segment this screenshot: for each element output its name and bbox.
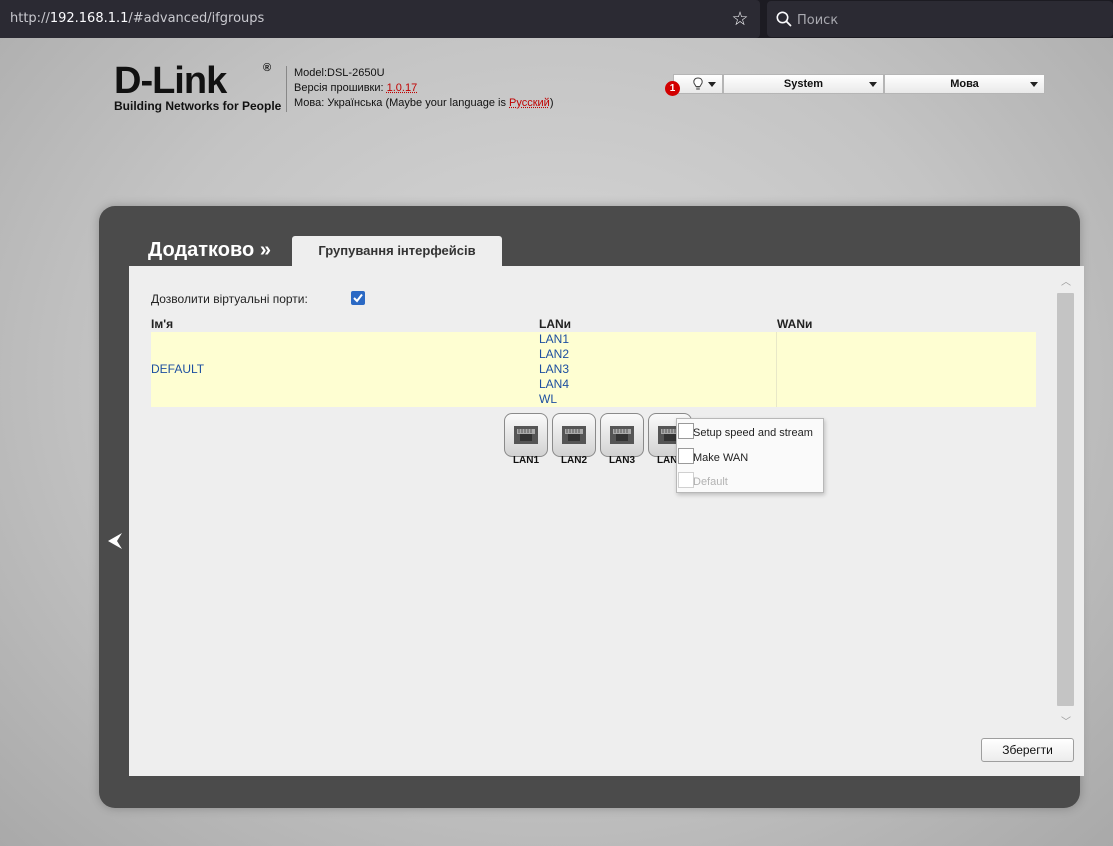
model-line: Model:DSL-2650U [294,67,385,79]
chevron-down-icon [1030,82,1038,87]
language-line: Мова: Українська (Maybe your language is… [294,97,554,109]
port-label: LAN1 [512,455,540,466]
lan-item[interactable]: LAN1 [539,332,569,347]
firmware-line: Версія прошивки: 1.0.17 [294,82,418,94]
lan-item[interactable]: WL [539,392,569,407]
lan-item[interactable]: LAN4 [539,377,569,392]
device-info: Model:DSL-2650U Версія прошивки: 1.0.17 … [286,66,554,112]
virtual-ports-label: Дозволити віртуальні порти: [151,292,308,306]
scroll-down-icon[interactable]: ﹀ [1060,718,1072,728]
tab-interface-grouping[interactable]: Групування інтерфейсів [292,236,502,267]
port-lan2[interactable]: LAN2 [552,413,596,466]
menu-item-make-wan[interactable]: Make WAN [677,446,823,466]
breadcrumb[interactable]: Додатково » [148,239,271,262]
group-lan-list: LAN1 LAN2 LAN3 LAN4 WL [539,332,569,407]
column-header-wans: WANи [777,317,813,331]
url-text[interactable]: http://192.168.1.1/#advanced/ifgroups [10,11,264,26]
scroll-up-icon[interactable]: ︿ [1060,278,1072,288]
ethernet-port-icon [514,426,538,444]
column-header-name: Ім'я [151,317,174,331]
search-input[interactable] [797,10,1097,30]
port-label: LAN2 [560,455,588,466]
notification-badge[interactable]: 1 [665,81,680,96]
port-context-menu: Setup speed and stream Make WAN Default [676,418,824,493]
logo-slogan: Building Networks for People [114,99,282,113]
table-row[interactable]: DEFAULT LAN1 LAN2 LAN3 LAN4 WL [151,332,1036,407]
logo-wordmark: D-Link [114,60,227,102]
bookmark-star-icon[interactable]: ☆ [729,8,751,30]
ethernet-port-icon [562,426,586,444]
language-menu-button[interactable]: Мова [884,74,1045,94]
save-button[interactable]: Зберегти [981,738,1074,762]
browser-search-box[interactable] [767,1,1113,37]
ethernet-port-icon [610,426,634,444]
back-arrow-icon[interactable] [106,531,124,551]
port-label: LAN3 [608,455,636,466]
lan-item[interactable]: LAN3 [539,362,569,377]
language-suggest-link[interactable]: Русский [509,97,550,109]
system-menu-button[interactable]: System [723,74,884,94]
lan-item[interactable]: LAN2 [539,347,569,362]
column-divider [776,332,777,407]
port-panel: LAN1 LAN2 LAN3 LAN4 [504,413,692,466]
menu-item-default: Default [677,470,823,490]
top-menu: System Мова [673,74,1045,94]
virtual-ports-checkbox[interactable] [351,291,365,305]
column-header-lans: LANи [539,317,572,331]
browser-toolbar: http://192.168.1.1/#advanced/ifgroups ☆ [0,0,1113,38]
port-lan3[interactable]: LAN3 [600,413,644,466]
address-bar[interactable]: http://192.168.1.1/#advanced/ifgroups ☆ [0,0,760,38]
port-lan1[interactable]: LAN1 [504,413,548,466]
logo-registered-mark: ® [263,62,272,74]
chevron-down-icon [869,82,877,87]
vertical-scrollbar[interactable]: ︿ ﹀ [1056,278,1076,730]
search-icon [776,11,792,27]
checkmark-icon [353,293,363,303]
dlink-logo: D-Link ® Building Networks for People [114,60,282,114]
lightbulb-icon [693,77,703,90]
notifications-menu-button[interactable] [673,74,723,94]
menu-item-setup-speed[interactable]: Setup speed and stream [677,421,823,441]
group-name[interactable]: DEFAULT [151,362,204,376]
firmware-version-link[interactable]: 1.0.17 [387,82,418,94]
scroll-thumb[interactable] [1057,293,1074,706]
